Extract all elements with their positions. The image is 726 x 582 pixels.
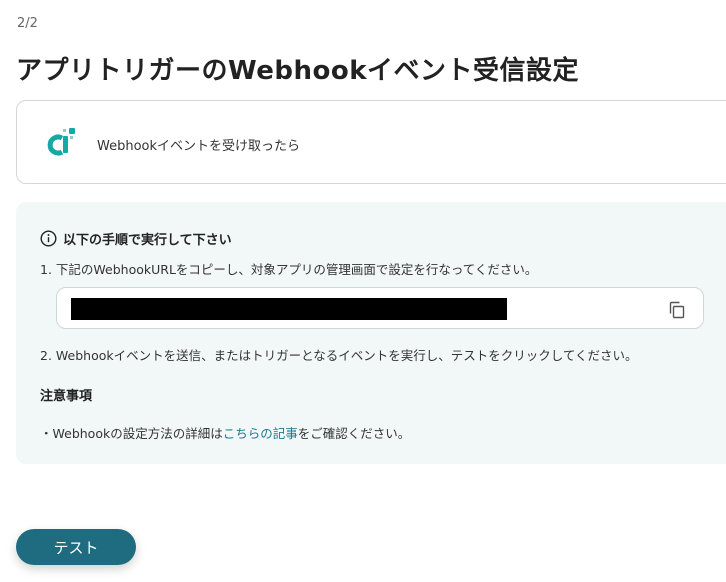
- article-link[interactable]: こちらの記事: [223, 426, 298, 441]
- page-title: アプリトリガーのWebhookイベント受信設定: [16, 56, 580, 86]
- instruction-step-2: 2. Webhookイベントを送信、またはトリガーとなるイベントを実行し、テスト…: [40, 348, 638, 363]
- notes-heading: 注意事項: [40, 389, 93, 404]
- trigger-label: Webhookイベントを受け取ったら: [97, 139, 301, 154]
- webhook-url-value: [71, 298, 507, 320]
- step-indicator: 2/2: [17, 16, 38, 31]
- webhook-url-field[interactable]: [56, 287, 704, 329]
- info-icon: [40, 230, 57, 247]
- test-button[interactable]: テスト: [16, 529, 136, 565]
- instructions-panel: 以下の手順で実行して下さい 1. 下記のWebhookURLをコピーし、対象アプ…: [16, 202, 726, 464]
- instruction-step-1: 1. 下記のWebhookURLをコピーし、対象アプリの管理画面で設定を行なって…: [40, 262, 538, 277]
- note-suffix: をご確認ください。: [297, 426, 411, 441]
- instructions-heading-row: 以下の手順で実行して下さい: [40, 229, 232, 248]
- yoom-app-logo-icon: [47, 128, 75, 156]
- copy-icon[interactable]: [667, 300, 687, 320]
- instructions-heading: 以下の手順で実行して下さい: [63, 233, 232, 248]
- trigger-card[interactable]: Webhookイベントを受け取ったら: [16, 100, 726, 184]
- note-line: ・Webhookの設定方法の詳細はこちらの記事をご確認ください。: [40, 423, 410, 442]
- note-prefix: ・Webhookの設定方法の詳細は: [40, 426, 223, 441]
